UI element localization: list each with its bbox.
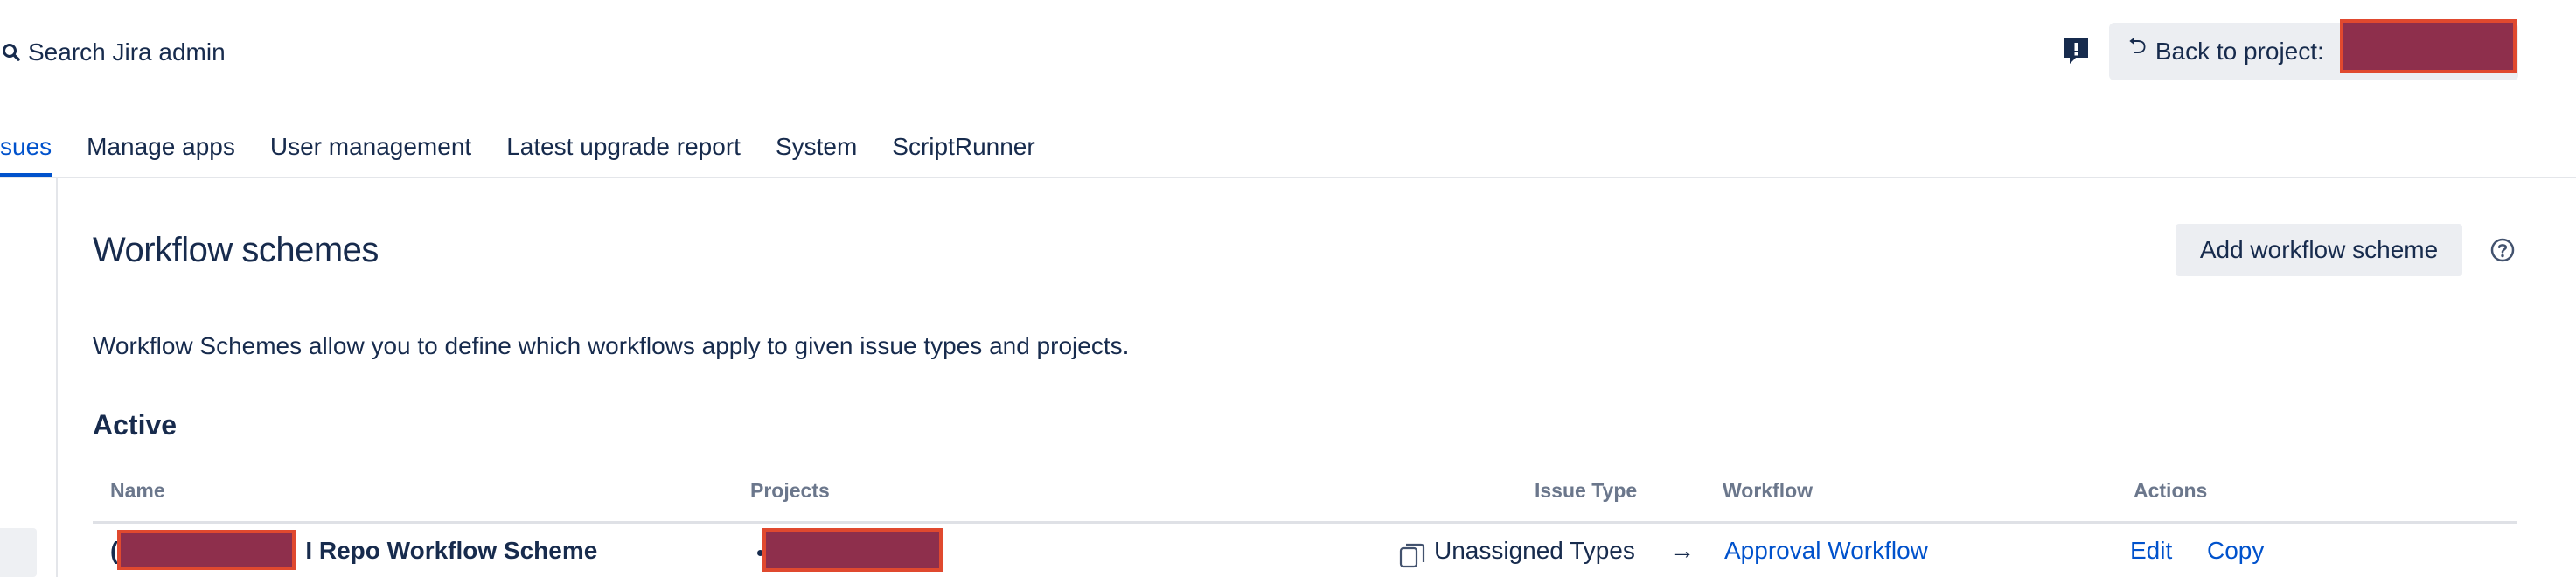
- sidebar-selected-item[interactable]: [0, 528, 37, 577]
- column-header-actions: Actions: [2134, 479, 2208, 502]
- redacted-scheme-name: [117, 530, 296, 570]
- page-title: Workflow schemes: [93, 231, 379, 269]
- help-icon[interactable]: [2489, 236, 2517, 264]
- tab-system[interactable]: System: [776, 128, 857, 177]
- column-header-issue-type: Issue Type: [1535, 479, 1638, 502]
- tabs-divider: [0, 177, 2576, 178]
- section-title-active: Active: [93, 409, 178, 441]
- admin-header: Search Jira admin ⮌ Back to project:: [0, 0, 2576, 105]
- column-header-workflow: Workflow: [1723, 479, 1814, 502]
- tab-manage-apps[interactable]: Manage apps: [87, 128, 235, 177]
- search-icon: [0, 39, 26, 66]
- back-arrow-icon: ⮌: [2128, 32, 2147, 59]
- tab-scriptrunner[interactable]: ScriptRunner: [892, 128, 1034, 177]
- add-workflow-scheme-button[interactable]: Add workflow scheme: [2176, 224, 2462, 276]
- redacted-project: [762, 528, 943, 572]
- search-label: Search Jira admin: [28, 38, 226, 66]
- tab-user-management[interactable]: User management: [270, 128, 471, 177]
- search-jira-admin[interactable]: Search Jira admin: [0, 33, 226, 72]
- mapping-arrow: →: [1670, 537, 1695, 564]
- scheme-name-suffix: I Repo Workflow Scheme: [305, 537, 598, 564]
- edit-link[interactable]: Edit: [2130, 537, 2172, 565]
- sidebar-border: [56, 178, 58, 577]
- back-to-project-label: Back to project:: [2155, 38, 2324, 65]
- column-header-name: Name: [110, 479, 165, 502]
- tab-latest-upgrade-report[interactable]: Latest upgrade report: [506, 128, 741, 177]
- redacted-project-name: [2340, 19, 2517, 73]
- tab-issues[interactable]: sues: [0, 128, 52, 177]
- page-description: Workflow Schemes allow you to define whi…: [93, 332, 1130, 359]
- copy-icon: [1397, 540, 1427, 570]
- copy-link[interactable]: Copy: [2207, 537, 2264, 565]
- column-header-projects: Projects: [750, 479, 830, 502]
- admin-tabs: sues Manage apps User management Latest …: [0, 128, 1070, 177]
- table-header-divider: [93, 521, 2517, 524]
- issue-type-value: Unassigned Types: [1434, 537, 1635, 564]
- feedback-icon[interactable]: [2060, 35, 2092, 66]
- workflow-link[interactable]: Approval Workflow: [1724, 537, 1928, 565]
